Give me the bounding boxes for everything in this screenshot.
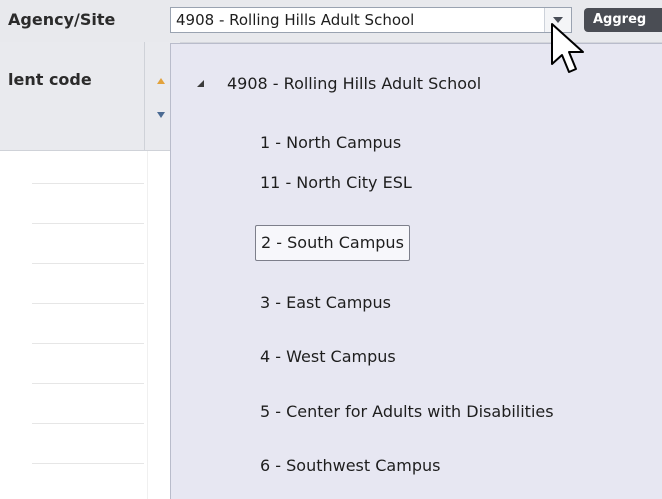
aggregate-button[interactable]: Aggreg — [584, 8, 662, 32]
sort-ascending-icon[interactable] — [157, 78, 165, 84]
table-row-divider — [32, 223, 144, 224]
tree-item-site[interactable]: 1 - North Campus — [255, 126, 406, 162]
tree-item-site[interactable]: 5 - Center for Adults with Disabilities — [255, 395, 559, 431]
agency-site-label: Agency/Site — [8, 10, 116, 29]
table-row-divider — [32, 183, 144, 184]
grid-header: lent code — [0, 42, 180, 151]
agency-site-dropdown-popup: 4908 - Rolling Hills Adult School 1 - No… — [170, 43, 662, 499]
table-row-divider — [32, 303, 144, 304]
agency-site-value: 4908 - Rolling Hills Adult School — [176, 11, 415, 29]
tree-item-site[interactable]: 3 - East Campus — [255, 286, 396, 322]
tree-item-site[interactable]: 4 - West Campus — [255, 340, 401, 376]
table-row-divider — [32, 383, 144, 384]
tree-expanded-icon[interactable] — [197, 80, 204, 87]
mouse-pointer-icon — [551, 23, 584, 73]
table-row-divider — [32, 263, 144, 264]
tree-item-site[interactable]: 6 - Southwest Campus — [255, 449, 445, 485]
tree-item-site-selected[interactable]: 2 - South Campus — [255, 225, 410, 261]
table-row-divider — [32, 463, 144, 464]
grid-body — [0, 151, 180, 499]
table-row-divider — [32, 343, 144, 344]
column-header-label: lent code — [8, 70, 92, 89]
tree-root-label: 4908 - Rolling Hills Adult School — [227, 74, 482, 93]
sort-descending-icon[interactable] — [157, 112, 165, 118]
column-header-student-code[interactable]: lent code — [0, 42, 145, 150]
grid-column-divider — [147, 151, 148, 499]
tree-item-site[interactable]: 11 - North City ESL — [255, 166, 417, 202]
table-row-divider — [32, 423, 144, 424]
agency-site-combobox[interactable]: 4908 - Rolling Hills Adult School — [170, 7, 572, 33]
